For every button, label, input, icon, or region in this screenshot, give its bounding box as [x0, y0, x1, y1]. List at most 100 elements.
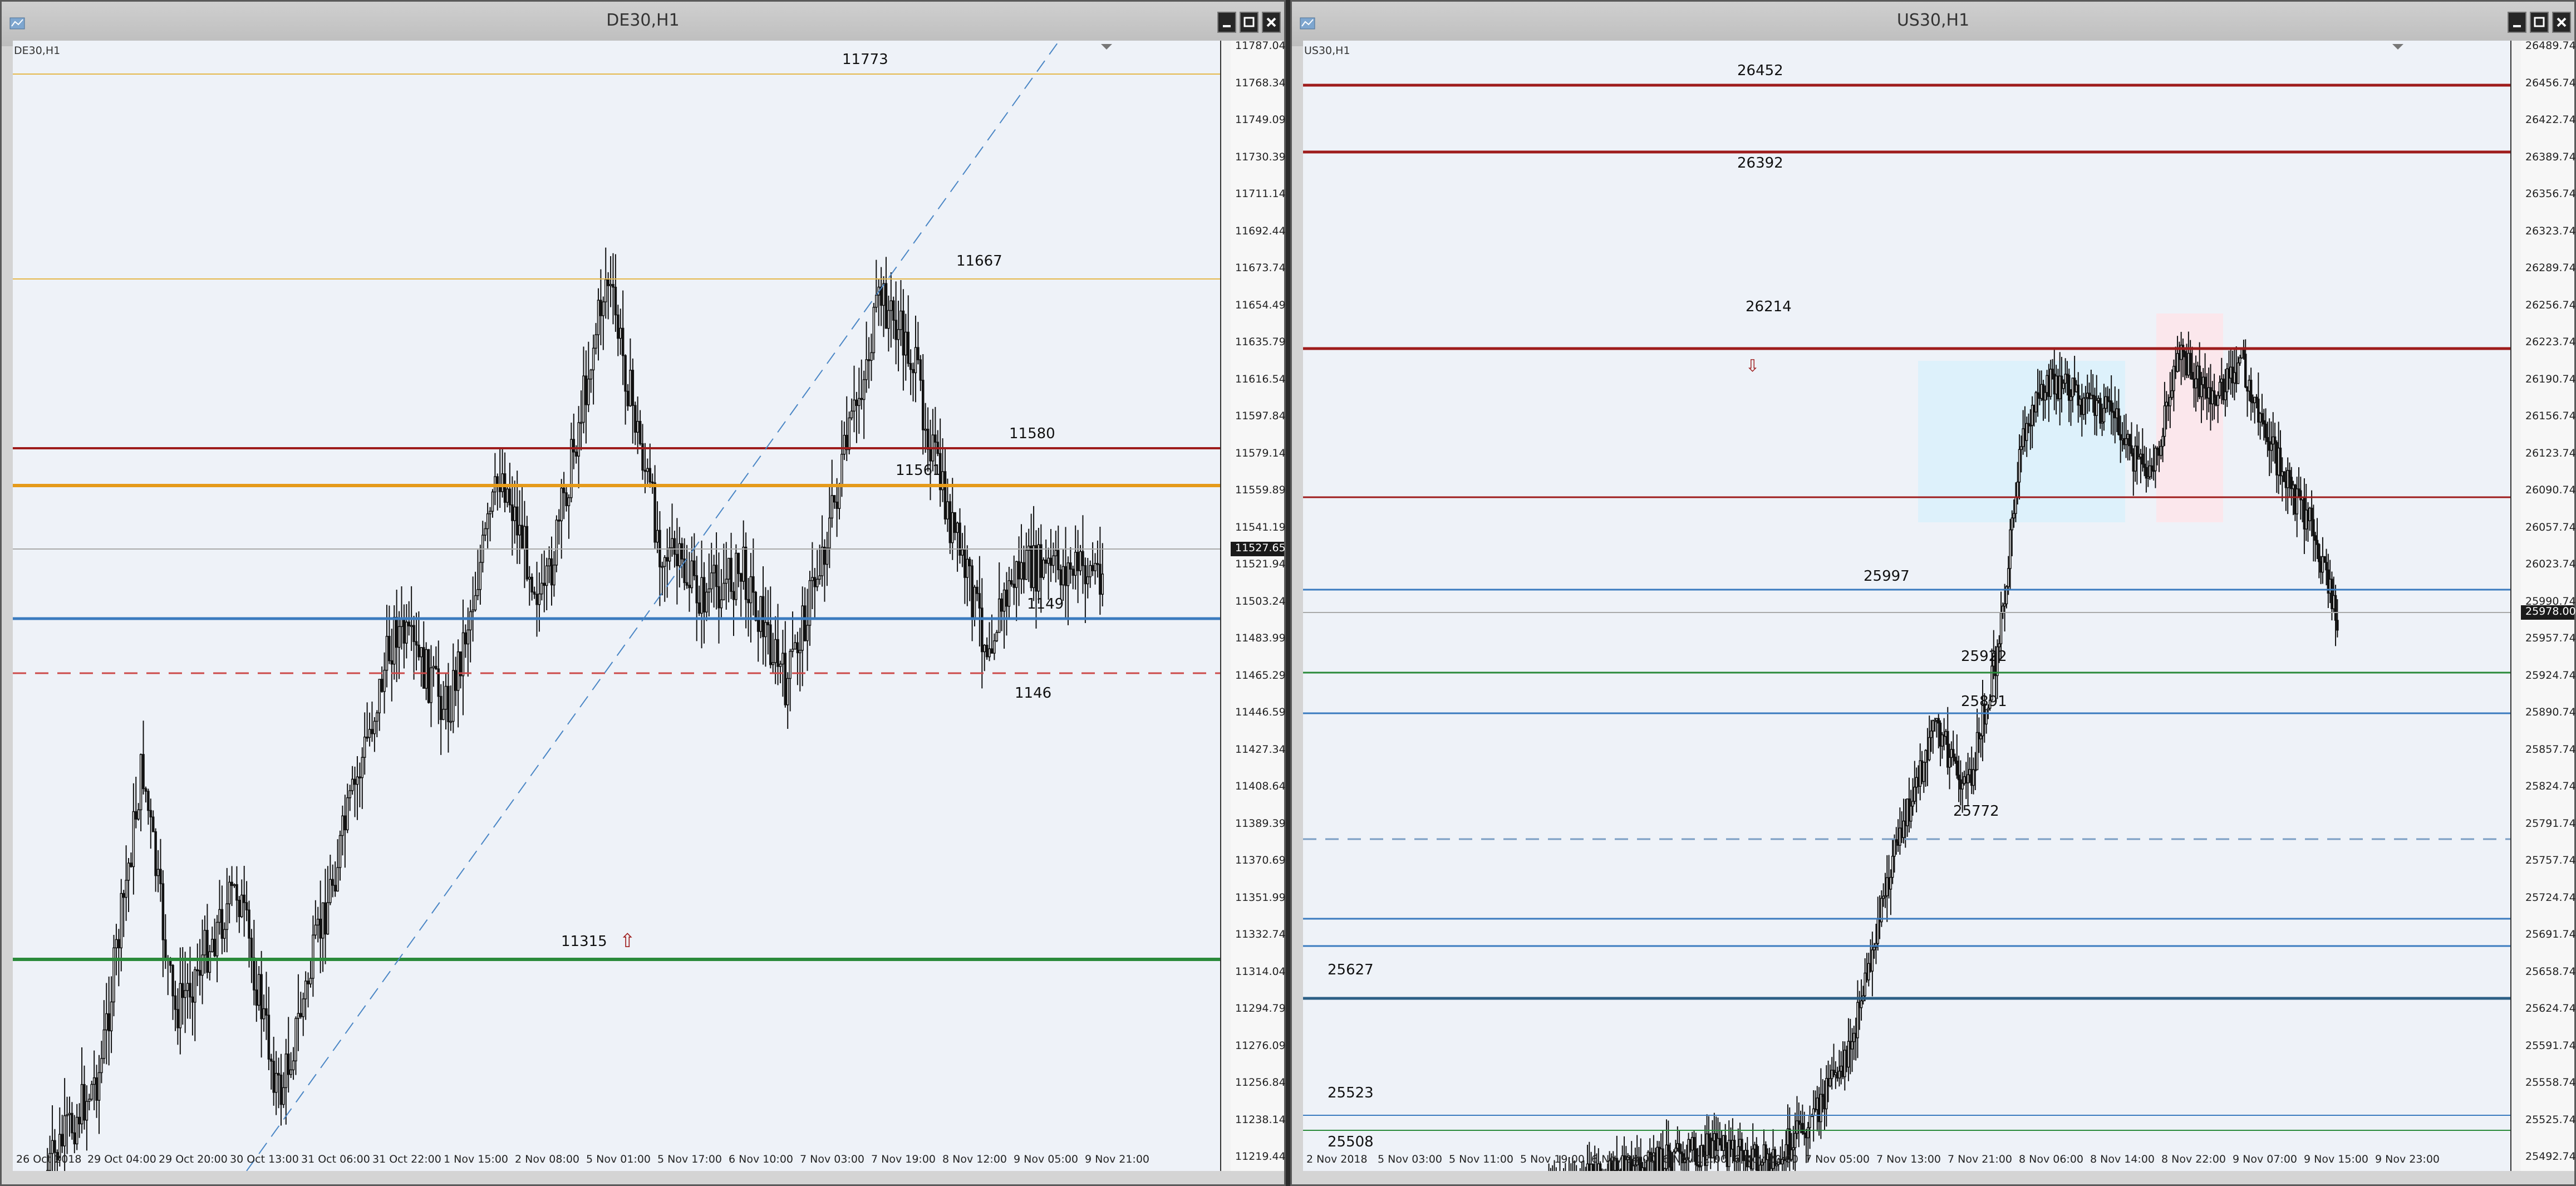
candle-body	[1889, 876, 1892, 890]
candle-body	[651, 481, 654, 484]
price-axis-strip	[1221, 41, 1231, 1171]
candle-body	[2169, 396, 2172, 406]
candle-body	[503, 473, 507, 503]
candle-body	[560, 487, 563, 522]
candle-body	[1970, 769, 1973, 786]
time-tick-label: 7 Nov 21:00	[1948, 1153, 2013, 1165]
candle-body	[2038, 394, 2041, 399]
candle-body	[858, 398, 861, 406]
candle-body	[1089, 565, 1092, 577]
candle-body	[1007, 580, 1011, 607]
candle-body	[2156, 448, 2159, 450]
candle-body	[385, 636, 389, 671]
candle-body	[2088, 393, 2091, 400]
down-arrow-icon[interactable]: ⇩	[1746, 356, 1759, 376]
price-tick-label: 26057.74	[2525, 521, 2576, 533]
maximize-button[interactable]	[2530, 12, 2549, 33]
time-axis[interactable]: 26 Oct 2018 29 Oct 04:00 29 Oct 20:00 30 Oc…	[2, 1150, 1284, 1170]
price-tick-label: 11579.14	[1235, 447, 1286, 459]
chart-area[interactable]: DE30,H1 11773 11667 11580 11561 1149 114…	[13, 40, 1231, 1186]
candle-body	[292, 1060, 295, 1071]
candle-body	[2145, 467, 2148, 479]
time-tick-label: 5 Nov 03:00	[1378, 1153, 1443, 1165]
candle-body	[245, 902, 248, 911]
chart-area[interactable]: US30,H1 26452 26392 26214 ⇩ 25997 25922 …	[1303, 41, 2521, 1186]
chart-window-de30[interactable]: DE30,H1 DE30,H1 11773 11667 11580 11561 …	[0, 0, 1286, 1186]
candle-body	[297, 1013, 300, 1019]
minimize-button[interactable]	[2508, 12, 2526, 33]
candle-body	[1931, 720, 1935, 732]
candle-body	[621, 327, 625, 356]
chart-svg[interactable]: US30,H1 26452 26392 26214 ⇩ 25997 25922 …	[1303, 41, 2521, 1186]
candle-body	[405, 621, 408, 644]
candle-body	[1801, 1123, 1804, 1134]
candle-body	[2303, 496, 2306, 530]
symbol-label: DE30,H1	[14, 45, 60, 57]
candle-body	[2106, 396, 2109, 401]
candle-body	[2020, 446, 2023, 450]
minimize-button[interactable]	[1217, 12, 1236, 33]
candle-body	[766, 622, 770, 625]
candle-body	[1044, 559, 1048, 564]
close-button[interactable]	[2552, 12, 2571, 33]
candle-body	[2176, 353, 2179, 372]
price-axis[interactable]: 11787.04 11768.34 11749.09 11730.39 11711.14…	[1231, 40, 1286, 1171]
candle-body	[2141, 453, 2144, 465]
candle-body	[1061, 566, 1065, 586]
candle-body	[161, 883, 165, 940]
chart-svg[interactable]: DE30,H1 11773 11667 11580 11561 1149 114…	[13, 40, 1231, 1186]
candle-body	[2108, 400, 2111, 403]
candle-body	[712, 565, 715, 574]
candle-body	[2331, 579, 2333, 610]
window-titlebar[interactable]: US30,H1	[1292, 2, 2574, 46]
candle-body	[1836, 1072, 1839, 1079]
candle-body	[1919, 760, 1921, 787]
candle-body	[412, 625, 415, 643]
candle-body	[333, 885, 337, 892]
up-arrow-icon[interactable]: ⇧	[620, 930, 636, 952]
candle-body	[2117, 408, 2120, 435]
level-label-26214: 26214	[1746, 298, 1792, 315]
candle-body	[680, 543, 684, 560]
chart-window-us30[interactable]: US30,H1 US30,H1 26452 26392 26214 ⇩ 2599…	[1290, 0, 2576, 1186]
candle-body	[2257, 398, 2260, 423]
level-label-11561: 11561	[896, 462, 942, 479]
candle-body	[2277, 447, 2280, 476]
candle-body	[2165, 401, 2168, 406]
candle-body	[1094, 563, 1097, 571]
candle-body	[1069, 562, 1072, 570]
candle-body	[577, 422, 580, 457]
price-tick-label: 25591.74	[2525, 1039, 2576, 1052]
close-button[interactable]	[1262, 12, 1281, 33]
symbol-label: US30,H1	[1304, 45, 1350, 57]
price-tick-label: 11673.74	[1235, 262, 1286, 274]
candle-body	[179, 983, 182, 1028]
candle-body	[624, 355, 627, 392]
candle-body	[2075, 384, 2078, 393]
candle-body	[1027, 545, 1030, 551]
candle-body	[668, 547, 671, 562]
candle-body	[117, 939, 120, 949]
time-axis[interactable]: 2 Nov 2018 5 Nov 03:00 5 Nov 11:00 5 Nov 19…	[1292, 1150, 2574, 1170]
candle-body	[2205, 388, 2209, 399]
candle-body	[629, 370, 632, 406]
candle-body	[1807, 1127, 1810, 1139]
price-axis[interactable]: 26489.74 26456.74 26422.74 26389.74 26356.74…	[2521, 40, 2576, 1171]
candle-body	[2047, 375, 2051, 397]
candle-body	[444, 685, 448, 710]
candle-body	[1741, 1139, 1743, 1151]
candle-body	[2051, 369, 2054, 375]
candle-body	[946, 501, 949, 520]
candle-body	[673, 538, 676, 555]
maximize-button[interactable]	[1240, 12, 1258, 33]
window-titlebar[interactable]: DE30,H1	[2, 2, 1284, 46]
candle-body	[479, 562, 482, 590]
time-tick-label: 30 Oct 13:00	[230, 1153, 299, 1165]
candle-body	[186, 983, 189, 991]
candle-body	[432, 665, 435, 669]
candle-body	[2295, 488, 2298, 514]
candle-body	[1817, 1097, 1821, 1123]
candle-body	[2207, 387, 2210, 399]
candle-body	[506, 488, 509, 503]
candle-body	[425, 649, 427, 689]
